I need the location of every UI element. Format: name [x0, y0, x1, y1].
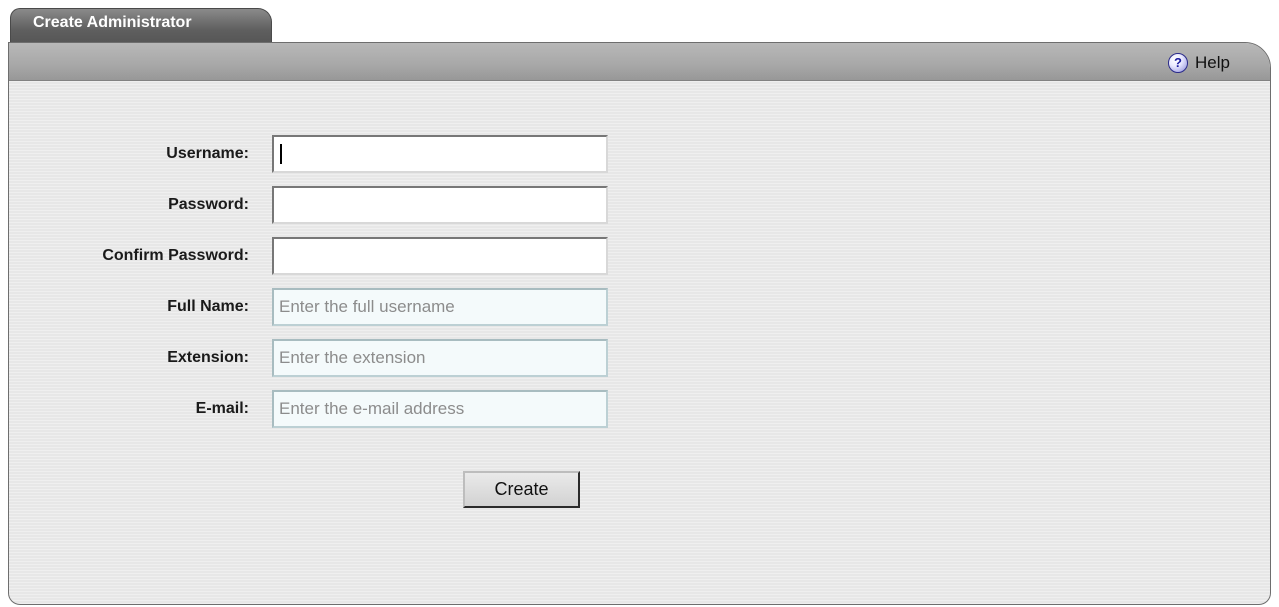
password-row: Password:	[9, 186, 629, 226]
full-name-field[interactable]	[272, 288, 608, 326]
full-name-row: Full Name:	[9, 288, 629, 328]
create-administrator-form: Username: Password: Confirm Password: Fu…	[9, 43, 1270, 604]
confirm-password-label: Confirm Password:	[102, 247, 249, 264]
extension-label: Extension:	[167, 349, 249, 366]
email-field[interactable]	[272, 390, 608, 428]
create-administrator-panel: ? Help Username: Password: Confirm Passw…	[8, 42, 1271, 605]
extension-row: Extension:	[9, 339, 629, 379]
password-field[interactable]	[272, 186, 608, 224]
email-label: E-mail:	[195, 400, 249, 417]
text-cursor	[280, 144, 282, 164]
tab-title: Create Administrator	[33, 14, 192, 31]
confirm-password-row: Confirm Password:	[9, 237, 629, 277]
tab-create-administrator[interactable]: Create Administrator	[10, 8, 272, 44]
full-name-label: Full Name:	[167, 298, 249, 315]
create-button[interactable]: Create	[463, 471, 580, 508]
username-row: Username:	[9, 135, 629, 175]
confirm-password-field[interactable]	[272, 237, 608, 275]
username-label: Username:	[166, 145, 249, 162]
password-label: Password:	[168, 196, 249, 213]
username-field[interactable]	[272, 135, 608, 173]
extension-field[interactable]	[272, 339, 608, 377]
email-row: E-mail:	[9, 390, 629, 430]
